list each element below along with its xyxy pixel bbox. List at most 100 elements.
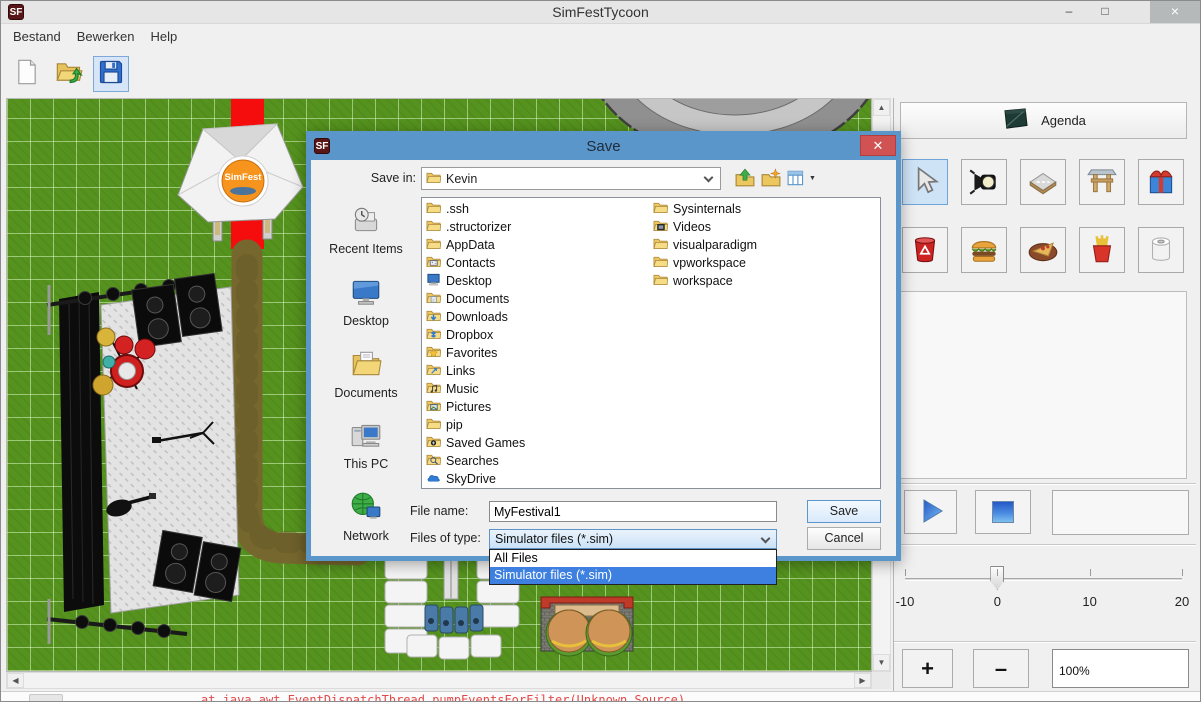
file-item[interactable]: Music: [426, 380, 646, 398]
agenda-button[interactable]: Agenda: [900, 102, 1187, 139]
file-item[interactable]: Sysinternals: [653, 200, 873, 218]
main-toolbar: [1, 49, 1200, 98]
places-sidebar: Recent Items Desktop Documents This PC Netwo…: [317, 197, 415, 549]
file-type-combo[interactable]: Simulator files (*.sim): [489, 529, 777, 549]
file-item[interactable]: Links: [426, 362, 646, 380]
save-icon: [97, 58, 125, 89]
view-menu-button[interactable]: ▼: [787, 168, 817, 189]
tool-toilet-paper[interactable]: [1138, 227, 1184, 273]
tool-road[interactable]: [1020, 159, 1066, 205]
file-item[interactable]: Contacts: [426, 254, 646, 272]
file-item[interactable]: AppData: [426, 236, 646, 254]
dialog-save-button[interactable]: Save: [807, 500, 881, 523]
file-item[interactable]: Pictures: [426, 398, 646, 416]
desktop-icon: [426, 272, 441, 290]
file-item[interactable]: vpworkspace: [653, 254, 873, 272]
file-item[interactable]: SkyDrive: [426, 470, 646, 488]
stop-button[interactable]: [975, 490, 1031, 534]
caret-down-icon: ▼: [809, 175, 816, 182]
file-name-label: File name:: [410, 504, 468, 518]
gift-icon: [1144, 164, 1178, 201]
scroll-up-icon[interactable]: ▲: [873, 99, 890, 116]
file-item[interactable]: Desktop: [426, 272, 646, 290]
dialog-close-button[interactable]: ✕: [860, 135, 896, 156]
place-recent-items[interactable]: Recent Items: [317, 203, 415, 256]
playback-display: [1052, 490, 1189, 535]
file-item[interactable]: .ssh: [426, 200, 646, 218]
tool-burger[interactable]: [961, 227, 1007, 273]
horizontal-scrollbar[interactable]: ◀ ▶: [6, 672, 872, 689]
slider-tick-label: -10: [896, 594, 915, 609]
zoom-level-field[interactable]: [1052, 649, 1189, 688]
save-file-button[interactable]: [93, 56, 129, 92]
scroll-right-icon[interactable]: ▶: [854, 673, 871, 688]
menu-bewerken[interactable]: Bewerken: [69, 26, 143, 47]
place-this-pc[interactable]: This PC: [317, 418, 415, 471]
file-type-option[interactable]: All Files: [490, 550, 776, 567]
file-item[interactable]: Documents: [426, 290, 646, 308]
dialog-title: Save: [311, 138, 896, 155]
menu-bestand[interactable]: Bestand: [5, 26, 69, 47]
tool-trash[interactable]: [902, 227, 948, 273]
file-type-label: Files of type:: [410, 531, 481, 545]
zoom-in-button[interactable]: +: [902, 649, 953, 688]
tool-select[interactable]: [902, 159, 948, 205]
folder-icon: [426, 200, 441, 218]
tool-fries[interactable]: [1079, 227, 1125, 273]
zoom-out-button[interactable]: –: [973, 649, 1029, 688]
tent-logo: SimFest: [225, 172, 263, 183]
tool-gift[interactable]: [1138, 159, 1184, 205]
file-item[interactable]: Saved Games: [426, 434, 646, 452]
links-icon: [426, 362, 441, 380]
file-item-label: vpworkspace: [673, 256, 746, 270]
file-item[interactable]: Searches: [426, 452, 646, 470]
folder-icon: [426, 416, 441, 434]
file-item[interactable]: Dropbox: [426, 326, 646, 344]
stage[interactable]: [47, 273, 242, 644]
file-item-label: Desktop: [446, 274, 492, 288]
play-button[interactable]: [904, 490, 957, 534]
tool-pizza[interactable]: [1020, 227, 1066, 273]
up-one-level-button[interactable]: [735, 168, 756, 189]
scroll-down-icon[interactable]: ▼: [873, 654, 890, 671]
close-button[interactable]: ×: [1150, 1, 1200, 23]
file-item[interactable]: workspace: [653, 272, 873, 290]
maximize-button[interactable]: □: [1090, 1, 1120, 23]
file-item-label: .ssh: [446, 202, 469, 216]
tool-gate[interactable]: [1079, 159, 1125, 205]
burger-stand[interactable]: [541, 597, 633, 656]
file-name-input[interactable]: [489, 501, 777, 522]
file-item[interactable]: Videos: [653, 218, 873, 236]
file-item-label: workspace: [673, 274, 733, 288]
save-in-combo[interactable]: Kevin: [421, 167, 721, 190]
file-list[interactable]: .ssh .structorizerAppDataContacts Desktop D…: [421, 197, 881, 489]
open-file-button[interactable]: [51, 56, 87, 92]
file-item[interactable]: .structorizer: [426, 218, 646, 236]
new-file-button[interactable]: [9, 56, 45, 92]
new-folder-button[interactable]: [761, 168, 782, 189]
file-type-option[interactable]: Simulator files (*.sim): [490, 567, 776, 584]
speed-slider[interactable]: [905, 578, 1182, 581]
slider-tick: [905, 569, 906, 576]
slider-tick-label: 20: [1175, 594, 1189, 609]
title-bar: SF SimFestTycoon – □ ×: [1, 1, 1200, 23]
contacts-icon: [426, 254, 441, 272]
file-item-label: visualparadigm: [673, 238, 757, 252]
play-icon: [916, 496, 946, 529]
scroll-left-icon[interactable]: ◀: [7, 673, 24, 688]
minimize-button[interactable]: –: [1054, 1, 1084, 23]
place-network[interactable]: Network: [317, 490, 415, 543]
file-item[interactable]: Downloads: [426, 308, 646, 326]
file-item[interactable]: visualparadigm: [653, 236, 873, 254]
menu-help[interactable]: Help: [143, 26, 186, 47]
console-strip: at java.awt.EventDispatchThread.pumpEven…: [1, 691, 1200, 702]
place-documents[interactable]: Documents: [317, 347, 415, 400]
place-desktop[interactable]: Desktop: [317, 275, 415, 328]
tool-spotlight[interactable]: [961, 159, 1007, 205]
dialog-cancel-button[interactable]: Cancel: [807, 527, 881, 550]
slider-labels: -1001020: [905, 594, 1182, 610]
folder-icon: [426, 236, 441, 254]
file-item[interactable]: pip: [426, 416, 646, 434]
file-item[interactable]: Favorites: [426, 344, 646, 362]
recent-icon: [349, 203, 383, 240]
